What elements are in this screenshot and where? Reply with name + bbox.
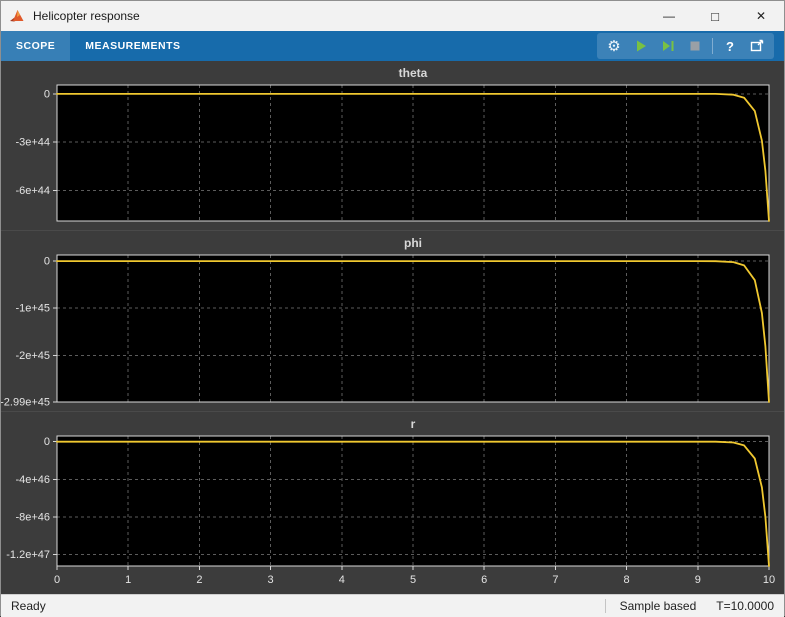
plot-title-phi: phi (57, 236, 769, 250)
scope-display-area: theta 0 -3e+44 -6e+44 phi 0 -1e+45 -2e+45 -2.… (1, 61, 784, 594)
window-arrow-icon (750, 39, 764, 53)
panel-theta: theta 0 -3e+44 -6e+44 (1, 61, 784, 231)
svg-text:10: 10 (763, 574, 775, 586)
play-icon (634, 39, 648, 53)
question-mark-icon: ? (726, 40, 734, 53)
status-bar: Ready Sample based T=10.0000 (1, 594, 784, 617)
close-button[interactable]: ✕ (738, 1, 784, 31)
svg-text:8: 8 (624, 574, 630, 586)
stop-icon (689, 40, 701, 52)
svg-text:0: 0 (54, 574, 60, 586)
step-forward-icon (661, 39, 675, 53)
svg-text:4: 4 (339, 574, 345, 586)
panel-phi: phi 0 -1e+45 -2e+45 -2.99e+45 (1, 231, 784, 412)
stop-button[interactable] (683, 35, 707, 57)
svg-text:-3e+44: -3e+44 (15, 137, 50, 149)
step-forward-button[interactable] (656, 35, 680, 57)
toolbar-button-group: ⚙ ? (597, 33, 774, 59)
status-ready: Ready (11, 599, 46, 613)
minimize-button[interactable]: — (646, 1, 692, 31)
svg-text:-2.99e+45: -2.99e+45 (1, 397, 50, 409)
run-button[interactable] (629, 35, 653, 57)
status-sample-based: Sample based (605, 599, 697, 613)
svg-text:-1.2e+47: -1.2e+47 (6, 549, 50, 561)
svg-text:5: 5 (410, 574, 416, 586)
svg-text:7: 7 (552, 574, 558, 586)
window-controls: — □ ✕ (646, 1, 784, 31)
tab-scope[interactable]: SCOPE (1, 31, 70, 61)
chart-canvas-theta[interactable]: 0 -3e+44 -6e+44 (1, 61, 784, 230)
svg-text:-1e+45: -1e+45 (15, 303, 50, 315)
titlebar: Helicopter response — □ ✕ (1, 1, 784, 31)
svg-text:0: 0 (44, 88, 50, 100)
status-time: T=10.0000 (716, 599, 774, 613)
plot-title-r: r (57, 417, 769, 431)
svg-text:-2e+45: -2e+45 (15, 350, 50, 362)
svg-text:6: 6 (481, 574, 487, 586)
svg-text:-6e+44: -6e+44 (15, 185, 50, 197)
window-title: Helicopter response (33, 9, 140, 23)
svg-text:-8e+46: -8e+46 (15, 512, 50, 524)
simulation-stepping-options-button[interactable]: ⚙ (602, 35, 626, 57)
matlab-app-icon (9, 8, 25, 24)
svg-text:3: 3 (268, 574, 274, 586)
tab-measurements[interactable]: MEASUREMENTS (70, 31, 195, 61)
plot-title-theta: theta (57, 66, 769, 80)
toolbar: SCOPE MEASUREMENTS ⚙ ? (1, 31, 784, 61)
svg-text:9: 9 (695, 574, 701, 586)
svg-text:2: 2 (196, 574, 202, 586)
maximize-button[interactable]: □ (692, 1, 738, 31)
svg-text:1: 1 (125, 574, 131, 586)
panel-r: r 0 -4e+46 -8e+46 -1.2e+47 0 1 2 3 4 5 6 7 8 9 10 (1, 412, 784, 594)
svg-text:0: 0 (44, 256, 50, 268)
svg-text:0: 0 (44, 436, 50, 448)
toolbar-separator (712, 38, 713, 54)
gear-step-icon: ⚙ (607, 39, 620, 54)
status-right-group: Sample based T=10.0000 (605, 599, 774, 613)
svg-text:-4e+46: -4e+46 (15, 474, 50, 486)
chart-canvas-r[interactable]: 0 -4e+46 -8e+46 -1.2e+47 0 1 2 3 4 5 6 7 8 9 10 (1, 412, 784, 594)
help-button[interactable]: ? (718, 35, 742, 57)
chart-canvas-phi[interactable]: 0 -1e+45 -2e+45 -2.99e+45 (1, 231, 784, 411)
dock-button[interactable] (745, 35, 769, 57)
